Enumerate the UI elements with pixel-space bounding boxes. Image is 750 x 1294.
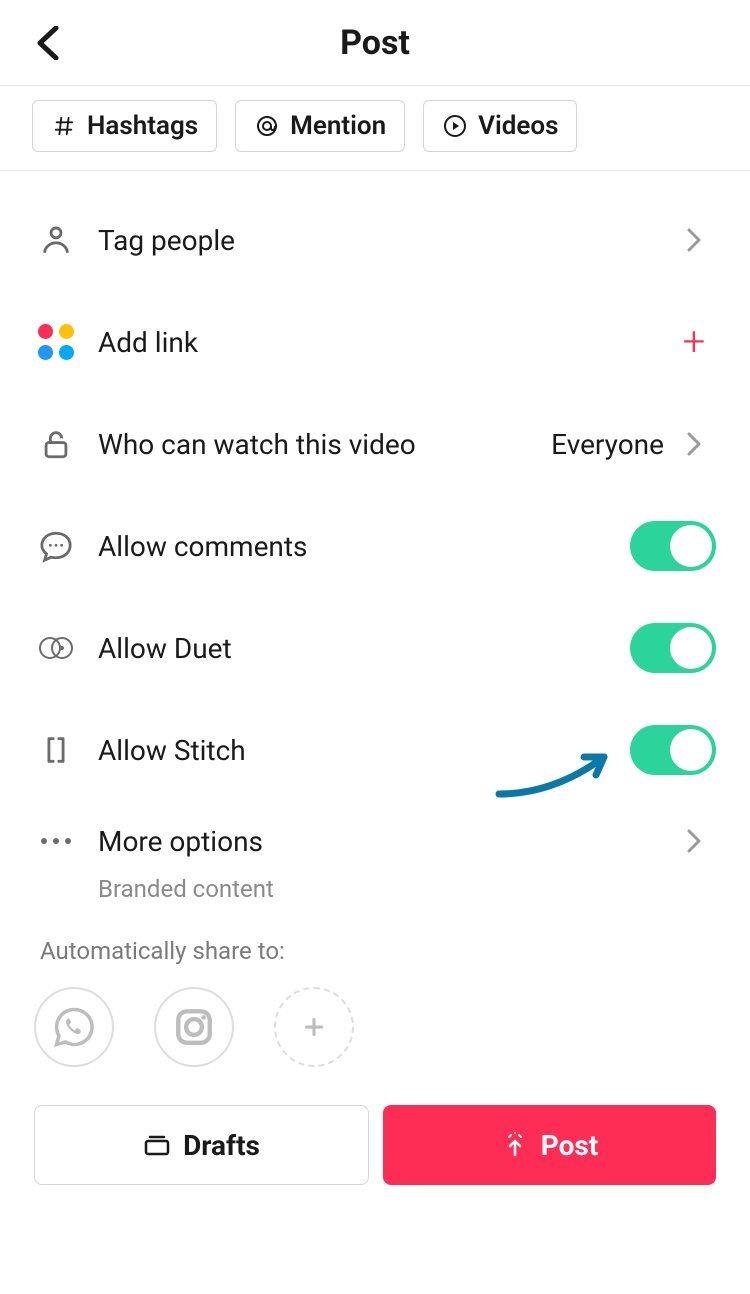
allow-stitch-row: Allow Stitch (34, 699, 716, 801)
chip-row: Hashtags Mention Videos (0, 86, 750, 171)
footer-bar: Drafts Post (0, 1085, 750, 1205)
allow-comments-row: Allow comments (34, 495, 716, 597)
options-list: Tag people Add link + Who can watch this… (0, 171, 750, 903)
more-options-label: More options (98, 825, 263, 858)
privacy-label: Who can watch this video (98, 428, 416, 461)
duet-icon (34, 634, 78, 662)
comment-icon (34, 529, 78, 563)
hashtag-icon (51, 113, 77, 139)
more-options-subtitle: Branded content (98, 875, 716, 903)
allow-stitch-toggle[interactable] (630, 725, 716, 775)
person-icon (34, 223, 78, 257)
header-bar: Post (0, 0, 750, 86)
drafts-button[interactable]: Drafts (34, 1105, 369, 1185)
privacy-row[interactable]: Who can watch this video Everyone (34, 393, 716, 495)
allow-duet-toggle[interactable] (630, 623, 716, 673)
chevron-right-icon (672, 828, 716, 854)
add-link-label: Add link (98, 326, 198, 359)
post-label: Post (541, 1129, 599, 1162)
chevron-left-icon (36, 26, 60, 60)
share-title: Automatically share to: (40, 937, 716, 965)
share-section: Automatically share to: (0, 919, 750, 1085)
allow-duet-row: Allow Duet (34, 597, 716, 699)
back-button[interactable] (28, 23, 68, 63)
videos-label: Videos (478, 111, 558, 141)
plus-icon: + (683, 322, 706, 362)
stitch-icon (34, 733, 78, 767)
annotation-arrow-icon (494, 739, 634, 809)
share-add-button[interactable] (274, 987, 354, 1067)
whatsapp-icon (53, 1006, 95, 1048)
drafts-icon (143, 1133, 171, 1157)
post-button[interactable]: Post (383, 1105, 716, 1185)
instagram-icon (173, 1006, 215, 1048)
share-whatsapp-button[interactable] (34, 987, 114, 1067)
play-circle-icon (442, 113, 468, 139)
hashtags-label: Hashtags (87, 111, 198, 141)
privacy-value: Everyone (551, 428, 664, 461)
allow-stitch-label: Allow Stitch (98, 734, 246, 767)
mention-label: Mention (290, 111, 386, 141)
hashtags-chip[interactable]: Hashtags (32, 100, 217, 152)
ellipsis-icon (34, 836, 78, 846)
drafts-label: Drafts (183, 1129, 260, 1162)
post-icon (501, 1131, 529, 1159)
allow-comments-toggle[interactable] (630, 521, 716, 571)
tag-people-row[interactable]: Tag people (34, 189, 716, 291)
add-circle-icon (299, 1012, 329, 1042)
tag-people-label: Tag people (98, 224, 235, 257)
chevron-right-icon (672, 431, 716, 457)
share-instagram-button[interactable] (154, 987, 234, 1067)
page-title: Post (340, 23, 410, 63)
allow-comments-label: Allow comments (98, 530, 308, 563)
more-options-row[interactable]: More options (34, 801, 716, 881)
lock-icon (34, 427, 78, 461)
allow-duet-label: Allow Duet (98, 632, 232, 665)
at-icon (254, 113, 280, 139)
link-dots-icon (34, 324, 78, 360)
chevron-right-icon (672, 227, 716, 253)
mention-chip[interactable]: Mention (235, 100, 405, 152)
add-link-row[interactable]: Add link + (34, 291, 716, 393)
videos-chip[interactable]: Videos (423, 100, 577, 152)
